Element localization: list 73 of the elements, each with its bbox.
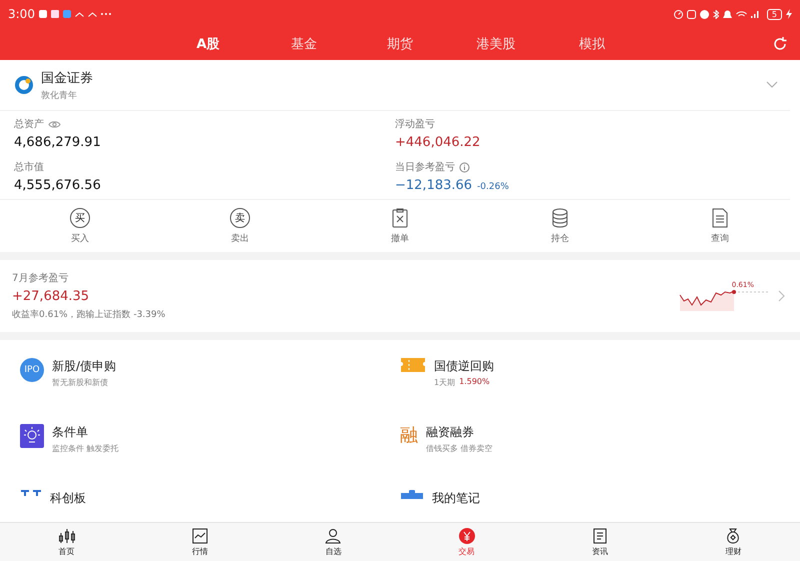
trade-action[interactable]: 持仓: [480, 208, 640, 244]
metric-label: 总市值: [14, 160, 44, 174]
service-subtitle: 暂无新股和新债: [52, 377, 108, 388]
metric-label: 浮动盈亏: [395, 118, 435, 131]
trade-action[interactable]: 查询: [640, 208, 800, 244]
status-time: 3:00: [8, 7, 35, 21]
service-title: 我的笔记: [432, 490, 480, 507]
money-bag-icon: [725, 528, 742, 544]
gauge-icon: [674, 10, 683, 18]
service-title: 科创板: [50, 490, 86, 507]
service-title: 新股/债申购: [52, 358, 116, 375]
rate-value: 1.590%: [459, 377, 490, 388]
service-title: 条件单: [52, 424, 89, 441]
trade-action[interactable]: 卖 卖出: [160, 208, 320, 244]
person-icon: [325, 528, 342, 544]
bell-icon: [722, 10, 732, 18]
signal-icon: [750, 10, 760, 18]
nav-tab[interactable]: 行情: [133, 523, 267, 561]
trade-action[interactable]: 买 买入: [0, 208, 160, 244]
battery-level: 5: [766, 8, 782, 20]
charging-icon: [786, 9, 792, 19]
bluetooth-icon: [712, 10, 719, 18]
service-title: 国债逆回购: [434, 358, 494, 375]
document-icon: [712, 208, 728, 228]
candlestick-icon: [58, 528, 76, 544]
refresh-icon[interactable]: [772, 36, 788, 52]
notebook-icon: [400, 490, 424, 499]
wifi-icon: [736, 10, 747, 18]
database-icon: [552, 208, 568, 228]
metric-label: 当日参考盈亏: [395, 160, 455, 174]
ipo-icon: IPO: [20, 358, 44, 382]
service-subtitle: 监控条件 触发委托: [52, 443, 119, 454]
news-icon: [592, 528, 607, 544]
service-item[interactable]: 我的笔记: [400, 490, 780, 522]
metric-value: −12,183.66: [395, 178, 472, 193]
month-summary: 收益率0.61%，跑输上证指数 -3.39%: [12, 308, 166, 321]
chevron-down-icon[interactable]: [766, 81, 778, 89]
broker-logo-icon: [15, 76, 33, 94]
info-icon[interactable]: [459, 162, 470, 172]
margin-icon: 融: [400, 424, 418, 448]
service-subtitle: 借钱买多 借券卖空: [426, 443, 493, 454]
service-item[interactable]: IPO 新股/债申购 暂无新股和新债: [20, 358, 400, 424]
service-title: 融资融券: [426, 424, 475, 441]
action-glyph-icon: 买: [70, 208, 90, 228]
service-item[interactable]: 国债逆回购 1天期 1.590%: [400, 358, 780, 424]
nav-tab[interactable]: 首页: [0, 523, 134, 561]
chevron-right-icon[interactable]: [778, 290, 786, 302]
chart-icon: [192, 528, 208, 544]
service-subtitle: 1天期: [434, 377, 456, 388]
nav-tab[interactable]: 自选: [266, 523, 400, 561]
branch-name: 敦化青年: [41, 90, 78, 102]
metric-value: 4,686,279.91: [14, 135, 101, 150]
nav-tab[interactable]: 理财: [666, 523, 800, 561]
metric-change: -0.26%: [477, 182, 509, 192]
trade-action[interactable]: 撤单: [320, 208, 480, 244]
nav-tab[interactable]: 资讯: [533, 523, 667, 561]
cancel-order-icon: [392, 208, 408, 228]
month-profit: +27,684.35: [12, 289, 90, 304]
bulb-icon: [20, 424, 44, 448]
action-glyph-icon: 卖: [230, 208, 250, 228]
metric-value: +446,046.22: [395, 135, 480, 150]
metric-label: 总资产: [14, 118, 44, 131]
service-item[interactable]: 融 融资融券 借钱买多 借券卖空: [400, 424, 780, 490]
service-item[interactable]: 条件单 监控条件 触发委托: [20, 424, 400, 490]
market-tab[interactable]: A股: [160, 35, 256, 53]
ticket-icon: [400, 358, 426, 372]
broker-name: 国金证券: [41, 70, 93, 86]
yen-icon: [458, 528, 475, 544]
eye-icon[interactable]: [48, 120, 61, 128]
metric-value: 4,555,676.56: [14, 178, 101, 193]
nav-tab[interactable]: 交易: [400, 523, 534, 561]
service-item[interactable]: 科创板: [20, 490, 400, 522]
month-title: 7月参考盈亏: [12, 272, 70, 285]
